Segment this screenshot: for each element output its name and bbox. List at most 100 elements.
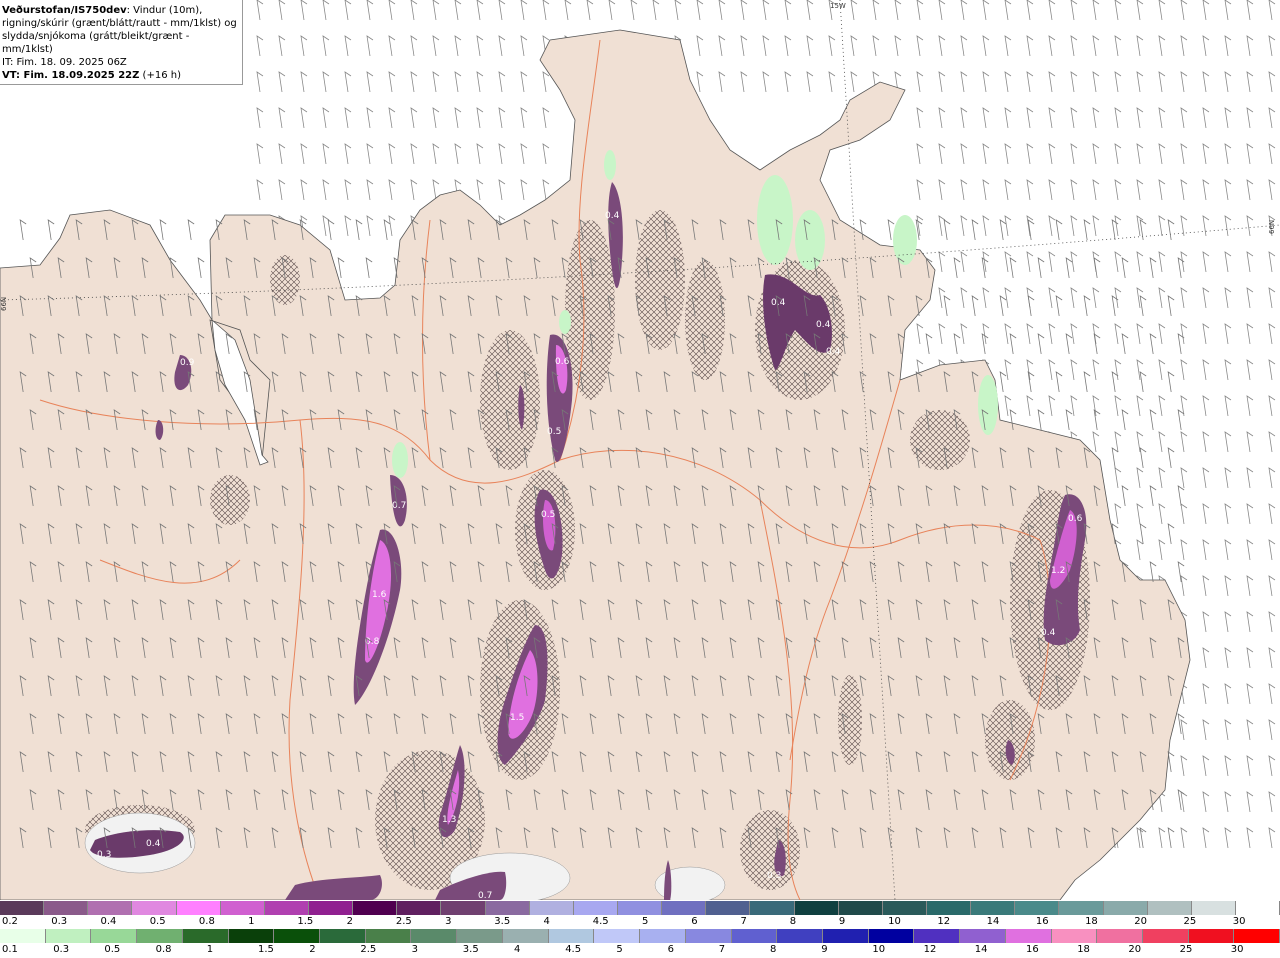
legend-label: 25 <box>1183 916 1197 927</box>
title-line: Veðurstofan/IS750dev: Vindur (10m), <box>2 4 240 17</box>
legend-label: 0.4 <box>100 916 117 927</box>
legend-swatch <box>320 929 366 943</box>
legend-swatch <box>137 929 183 943</box>
legend-swatch <box>662 901 707 915</box>
legend-swatch <box>176 901 221 915</box>
legend-label: 30 <box>1230 944 1244 955</box>
legend-label: 4 <box>514 944 521 955</box>
legend-swatch <box>926 901 972 915</box>
legend-label: 0.8 <box>198 916 215 927</box>
legend-swatch <box>1191 901 1236 915</box>
legend-swatch <box>308 901 354 915</box>
precip-label: 0.4 <box>1041 628 1056 638</box>
legend-label: 5 <box>616 944 623 955</box>
legend-label: 14 <box>974 944 988 955</box>
legend-swatch <box>45 929 92 943</box>
legend-swatch <box>1188 929 1235 943</box>
legend-swatch <box>971 901 1016 915</box>
legend-label: 0.2 <box>2 916 18 927</box>
legend-label: 6 <box>667 944 674 955</box>
legend-label: 10 <box>888 916 901 927</box>
legend-swatch <box>1005 929 1052 943</box>
legend-swatch <box>794 901 839 915</box>
legend-swatch <box>1059 901 1104 915</box>
legend-label: 0.3 <box>51 916 68 927</box>
legend-swatch <box>914 929 961 943</box>
legend-label: 9 <box>838 916 846 927</box>
legend-swatch <box>0 929 46 943</box>
legend-swatch <box>457 929 503 943</box>
legend-swatch <box>868 929 915 943</box>
legend-label: 0.3 <box>53 944 70 955</box>
lon-label: 15W <box>830 2 846 10</box>
legend-swatch <box>529 901 574 915</box>
brand-name: Veðurstofan/IS750dev <box>2 5 127 16</box>
precip-label: 0.7 <box>392 501 406 511</box>
legend-bar-rain <box>0 929 1280 943</box>
legend-swatch <box>1142 929 1189 943</box>
legend-label: 4.5 <box>592 916 609 927</box>
legend-labels-snow: 0.2 0.3 0.4 0.5 0.8 1 1.5 2 2.5 3 3.5 4 4.5 5 6 7 8 9 10 12… <box>0 916 1280 930</box>
legend-swatch <box>274 929 321 943</box>
legend-label: 5 <box>642 916 649 927</box>
description-line-2: rigning/skúrir (grænt/blátt/rautt - mm/1… <box>2 18 237 29</box>
legend-swatch <box>822 929 869 943</box>
lead-time: (+16 h) <box>139 70 181 81</box>
legend-label: 0.5 <box>104 944 121 955</box>
legend-label: 1 <box>248 916 255 927</box>
precip-label: 0.6 <box>1068 514 1083 524</box>
legend-swatch <box>777 929 823 943</box>
precip-label: 0.5 <box>541 510 555 520</box>
legend-label: 0.1 <box>2 944 18 955</box>
info-box: Veðurstofan/IS750dev: Vindur (10m), rign… <box>0 0 243 85</box>
legend-label: 18 <box>1077 944 1090 955</box>
legend-swatch <box>617 901 663 915</box>
legend-swatch <box>182 929 229 943</box>
lat-label-left: 66N <box>0 297 8 311</box>
legend-label: 2.5 <box>360 944 377 955</box>
legend-bar-snow <box>0 901 1280 915</box>
precip-label: 0.7 <box>478 891 492 900</box>
legend-swatch <box>365 929 412 943</box>
legend-swatch <box>397 901 442 915</box>
legend-swatch <box>1051 929 1098 943</box>
legend-swatch <box>960 929 1006 943</box>
legend-label: 12 <box>937 916 951 927</box>
legend-swatch <box>548 929 595 943</box>
legend-swatch <box>1103 901 1148 915</box>
legend-swatch <box>502 929 549 943</box>
precip-label: 0.4 <box>605 211 620 221</box>
legend-labels-rain: 0.1 0.3 0.5 0.8 1 1.5 2 2.5 3 3.5 4 4.5 5 6 7 8 9 10 12 14 1… <box>0 944 1280 958</box>
legend-swatch <box>1147 901 1192 915</box>
legend-label: 20 <box>1128 944 1142 955</box>
legend-label: 4 <box>543 916 550 927</box>
precip-label: 0.4 <box>146 839 161 849</box>
valid-time: VT: Fim. 18.09.2025 22Z <box>2 70 140 81</box>
legend-swatch <box>640 929 686 943</box>
legend-label: 1.5 <box>258 944 274 955</box>
weather-map: 0.4 0.4 0.4 0.4 0.6 0.5 0.5 0.7 1.6 0.8 … <box>0 0 1280 900</box>
title-rest: : Vindur (10m), <box>126 5 203 16</box>
legend-swatch <box>220 901 265 915</box>
legend-swatch <box>132 901 177 915</box>
legend-label: 3 <box>445 916 452 927</box>
description-line-3: slydda/snjókoma (grátt/bleikt/grænt - mm… <box>2 31 190 55</box>
legend-label: 18 <box>1085 916 1098 927</box>
legend-label: 2.5 <box>395 916 412 927</box>
legend-swatch <box>91 929 138 943</box>
legend-label: 3.5 <box>462 944 479 955</box>
legend-swatch <box>706 901 751 915</box>
precip-label: 0.4 <box>816 320 831 330</box>
legend-swatch <box>228 929 275 943</box>
legend-swatch <box>573 901 618 915</box>
legend-label: 16 <box>1026 944 1039 955</box>
legend-label: 0.5 <box>149 916 166 927</box>
legend-swatch <box>1235 901 1280 915</box>
legend-label: 10 <box>872 944 886 955</box>
legend-swatch <box>88 901 133 915</box>
precip-label: 0.5 <box>547 427 561 437</box>
legend-swatch <box>1234 929 1280 943</box>
precip-label: 0.4 <box>826 347 841 357</box>
legend-swatch <box>411 929 458 943</box>
issue-time: IT: Fim. 18. 09. 2025 06Z <box>2 57 127 68</box>
